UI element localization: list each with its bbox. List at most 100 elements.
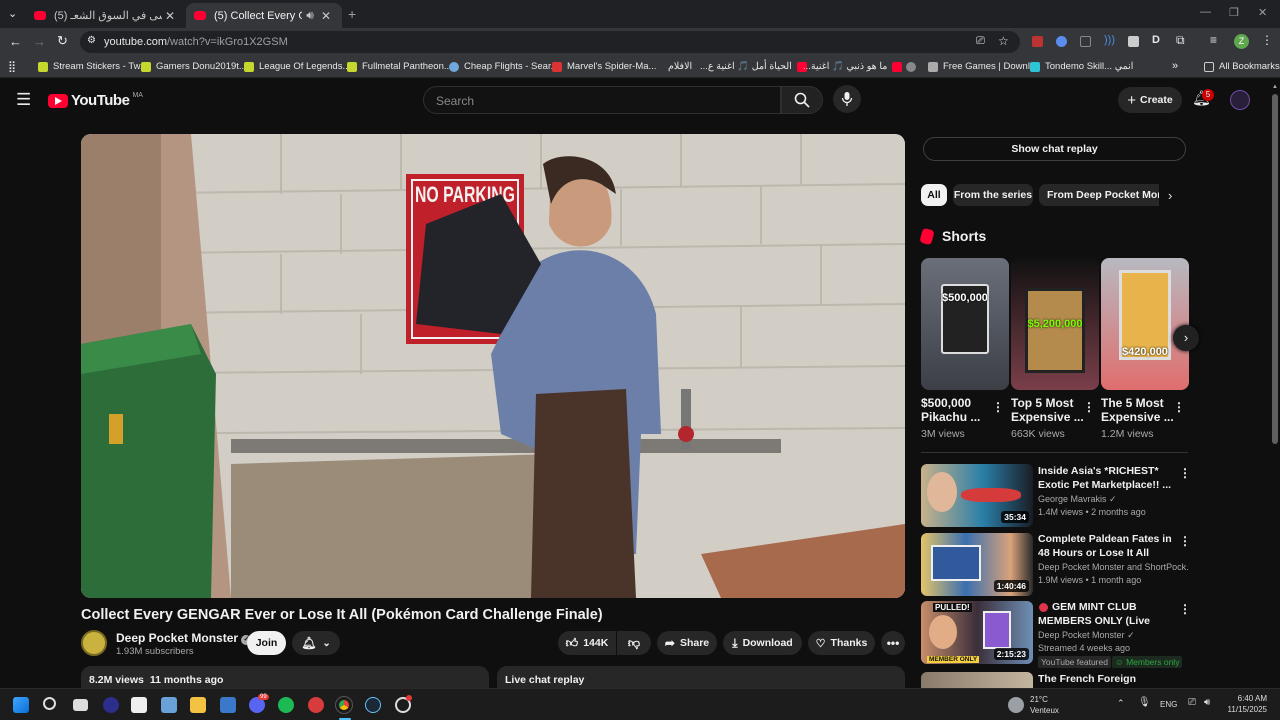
more-icon[interactable]: ⋮ [992,400,1004,414]
thanks-button[interactable]: ♡ Thanks [808,631,875,655]
short-thumbnail-3[interactable]: $420,000 [1101,258,1189,390]
chips-next-icon[interactable]: › [1168,188,1172,203]
join-button[interactable]: Join [247,631,286,655]
account-avatar[interactable] [1230,90,1250,110]
media-control-icon[interactable]: ≡ [1210,33,1217,47]
network-icon[interactable]: ⎚ [1188,697,1196,708]
chip-from-series[interactable]: From the series [953,184,1033,206]
short-title-2[interactable]: Top 5 Most Expensive ... [1011,396,1087,424]
bookmark-6[interactable]: Marvel's Spider-Ma... [552,61,656,72]
show-chat-replay-button[interactable]: Show chat replay [923,137,1186,161]
search-icon[interactable] [43,697,56,710]
back-icon[interactable]: ← [9,34,22,49]
more-actions-button[interactable]: ••• [881,631,905,655]
bookmark-7[interactable]: الافلام [668,61,692,72]
forward-icon[interactable]: → [33,34,46,49]
maximize-icon[interactable]: ❐ [1229,6,1239,19]
related-video-channel-3[interactable]: Deep Pocket Monster ✓ [1038,629,1188,642]
channel-name[interactable]: Deep Pocket Monster ✓ [116,631,252,645]
apps-grid-icon[interactable]: ⣿ [8,60,16,73]
bookmark-9[interactable]: ما هو ذنبي 🎵 اغنية... [803,61,907,72]
short-thumbnail-2[interactable]: $5,200,000 [1011,258,1099,390]
bookmark-star-icon[interactable]: ☆ [998,34,1009,48]
extensions-puzzle-icon[interactable]: ⧉ [1176,33,1185,48]
tray-overflow-icon[interactable]: ⌃ [1117,698,1125,709]
windows-start-icon[interactable] [13,697,29,713]
app-icon-1[interactable] [103,697,119,713]
extension-1-icon[interactable] [1032,36,1043,47]
youtube-logo[interactable]: YouTube MA [48,92,143,109]
extension-5-icon[interactable] [1128,36,1139,47]
tab-1[interactable]: (5) يوم لا يُنسى في السوق الشعـ ✕ [26,3,186,28]
chip-from-channel[interactable]: From Deep Pocket Monst [1039,184,1159,206]
app-icon-3[interactable] [161,697,177,713]
site-info-icon[interactable]: ⚙ [87,35,96,46]
clock-time[interactable]: 6:40 AM [1227,694,1267,703]
audio-icon[interactable]: 🔊︎ [302,8,318,23]
browser-menu-icon[interactable]: ⋮ [1261,33,1273,47]
reload-icon[interactable]: ↻ [57,33,68,49]
close-tab-icon[interactable]: ✕ [318,9,334,23]
tab-search-icon[interactable]: ⌄ [8,7,17,20]
window-close-icon[interactable]: ✕ [1258,6,1267,19]
tab-2-active[interactable]: (5) Collect Every GENGAR E 🔊︎ ✕ [186,3,342,28]
more-icon[interactable]: ⋮ [1173,400,1185,414]
app-icon-5[interactable] [220,697,236,713]
related-video-title-1[interactable]: Inside Asia's *RICHEST* Exotic Pet Marke… [1038,465,1174,492]
related-video-title-4[interactable]: The French Foreign Legion's [1038,673,1174,687]
more-icon[interactable]: ⋮ [1083,400,1095,414]
bookmark-4[interactable]: Fullmetal Pantheon... [347,61,452,72]
like-button[interactable]: 👍︎ 144K [558,631,616,655]
new-tab-icon[interactable]: + [348,6,356,22]
short-title-1[interactable]: $500,000 Pikachu ... [921,396,997,424]
language-indicator[interactable]: ENG [1160,700,1177,709]
more-icon[interactable]: ⋮ [1179,602,1191,616]
video-player[interactable]: NO PARKING [81,134,905,598]
scroll-up-icon[interactable]: ▲ [1272,84,1278,90]
app-icon-2[interactable] [131,697,147,713]
related-video-thumbnail-1[interactable]: 35:34 [921,464,1033,527]
related-video-title-2[interactable]: Complete Paldean Fates in 48 Hours or Lo… [1038,533,1174,560]
download-button[interactable]: ⤓ Download [723,631,802,655]
weather-temp[interactable]: 21°C [1030,695,1048,704]
extension-4-icon[interactable]: ))) [1104,34,1115,46]
page-scrollbar[interactable]: ▲ [1270,80,1280,688]
related-video-thumbnail-4[interactable] [921,672,1033,688]
bookmark-8[interactable]: الحياة أمل 🎵 اغنية ع... [700,61,812,72]
mic-tray-icon[interactable]: 🎙︎ [1138,697,1151,708]
chip-all[interactable]: All [921,184,947,206]
volume-icon[interactable]: 🔊︎ [1204,697,1210,708]
short-title-3[interactable]: The 5 Most Expensive ... [1101,396,1177,424]
shorts-next-button[interactable]: › [1173,325,1199,351]
create-button[interactable]: + Create [1118,87,1182,113]
profile-avatar[interactable]: Z [1234,34,1249,49]
more-icon[interactable]: ⋮ [1179,534,1191,548]
more-bookmarks-icon[interactable]: » [1172,60,1178,72]
search-input[interactable]: Search [423,86,781,114]
bookmark-10[interactable]: Free Games | Downl... [906,61,1038,72]
more-icon[interactable]: ⋮ [1179,466,1191,480]
channel-avatar[interactable] [81,630,107,656]
scrollbar-thumb[interactable] [1272,94,1278,444]
related-video-channel-1[interactable]: George Mavrakis ✓ [1038,493,1188,506]
short-thumbnail-1[interactable]: $500,000 [921,258,1009,390]
weather-desc[interactable]: Venteux [1030,706,1059,715]
related-video-thumbnail-2[interactable]: 1:40:46 [921,533,1033,596]
extension-3-icon[interactable] [1080,36,1091,47]
related-video-title-3[interactable]: GEM MINT CLUB MEMBERS ONLY (Live Stream … [1038,601,1174,628]
extension-6-icon[interactable]: D [1152,34,1160,46]
file-explorer-icon[interactable] [190,697,206,713]
steam-icon[interactable] [365,697,381,713]
search-button[interactable] [781,86,823,114]
chrome-icon[interactable] [335,696,353,714]
all-bookmarks[interactable]: All Bookmarks [1204,61,1280,72]
url-text[interactable]: youtube.com/watch?v=ikGro1X2GSM [104,36,288,48]
weather-icon[interactable] [1008,697,1024,713]
bookmark-1[interactable]: Stream Stickers - Tw... [38,61,148,72]
related-video-thumbnail-3[interactable]: PULLED! MEMBER ONLY 2:15:23 [921,601,1033,664]
voice-search-button[interactable] [833,85,861,113]
spotify-icon[interactable] [278,697,294,713]
address-bar[interactable]: ⚙ youtube.com/watch?v=ikGro1X2GSM ⎚ ☆ [80,31,1020,53]
dislike-button[interactable]: 👎︎ [617,631,651,655]
bookmark-3[interactable]: League Of Legends... [244,61,350,72]
